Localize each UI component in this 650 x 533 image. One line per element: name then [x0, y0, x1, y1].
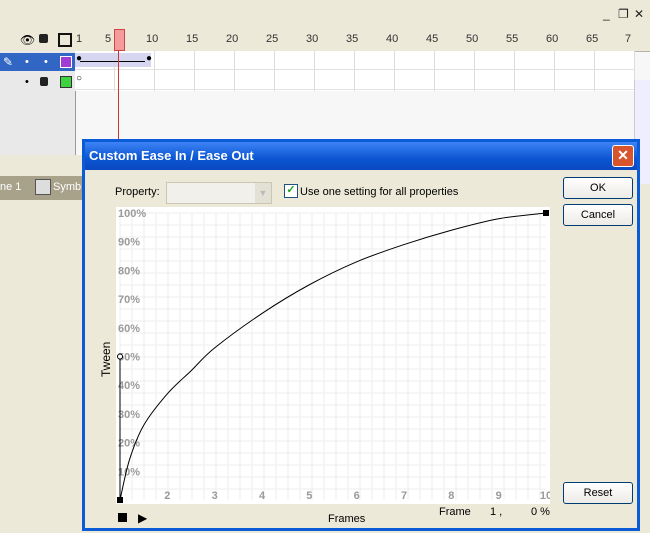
lock-icon[interactable]: [39, 34, 48, 43]
y-tick-label: 70%: [118, 294, 140, 306]
timeline-panel: 👁 1 5 10 15 20 25 30 35 40 45 50 55 60 65 7 ✎ • • • ● …: [0, 29, 650, 184]
frame-row: ○: [75, 71, 635, 90]
x-axis-label: Frames: [328, 513, 366, 525]
play-button[interactable]: ▶: [133, 510, 149, 526]
frame-number: 35: [346, 33, 359, 45]
scene-label[interactable]: ne 1: [0, 181, 21, 193]
stop-icon: [118, 513, 127, 522]
empty-keyframe-icon[interactable]: ○: [76, 73, 82, 84]
dialog-title: Custom Ease In / Ease Out: [89, 148, 254, 163]
lock-dot-icon[interactable]: •: [44, 56, 48, 68]
layer-color-icon[interactable]: [60, 56, 72, 68]
reset-button[interactable]: Reset: [563, 482, 633, 504]
y-tick-label: 100%: [118, 208, 146, 220]
frame-number: 40: [386, 33, 399, 45]
layer-row[interactable]: •: [0, 73, 75, 91]
frame-number: 1: [76, 33, 83, 45]
layer-list: ✎ • • •: [0, 51, 76, 155]
y-tick-label: 10%: [118, 466, 140, 478]
property-select[interactable]: ▼: [166, 182, 272, 204]
y-tick-label: 80%: [118, 265, 140, 277]
eye-icon[interactable]: 👁: [20, 33, 35, 47]
x-tick-label: 3: [212, 490, 218, 502]
layer-color-icon[interactable]: [60, 76, 72, 88]
svg-text:Tween: Tween: [99, 342, 113, 377]
visible-dot-icon[interactable]: •: [25, 76, 29, 88]
use-one-setting-label: Use one setting for all properties: [300, 186, 459, 198]
frame-row: ● ●: [75, 51, 635, 70]
frame-grid[interactable]: ● ● ○: [75, 51, 635, 91]
frame-number: 15: [186, 33, 199, 45]
symbol-label[interactable]: Symb: [53, 181, 81, 193]
frame-number: 50: [466, 33, 479, 45]
chevron-down-icon[interactable]: ▼: [255, 183, 271, 203]
frame-number: 5: [105, 33, 112, 45]
custom-ease-dialog: Custom Ease In / Ease Out ✕ Property: ▼ …: [82, 139, 640, 531]
visible-dot-icon[interactable]: •: [25, 56, 29, 68]
dialog-titlebar[interactable]: Custom Ease In / Ease Out ✕: [85, 142, 637, 170]
y-axis-label: Tween: [99, 342, 113, 377]
frame-readout-label: Frame: [439, 506, 471, 518]
playhead-line: [118, 50, 119, 145]
keyframe-icon[interactable]: ●: [76, 53, 82, 64]
close-icon[interactable]: ✕: [612, 145, 634, 167]
ease-graph[interactable]: 100% 90% 80% 70% 60% 50% 40% 30% 20% 10% 2 3 4 5 6 7 8 9 1…: [116, 207, 552, 504]
frame-number: 10: [146, 33, 159, 45]
stop-button[interactable]: [115, 510, 131, 526]
frame-number: 65: [586, 33, 599, 45]
frame-number: 7: [625, 33, 632, 45]
minimize-icon[interactable]: _: [603, 7, 610, 21]
use-one-setting-checkbox[interactable]: ✓: [284, 184, 298, 198]
close-window-icon[interactable]: ✕: [634, 7, 644, 21]
x-tick-label: 2: [164, 490, 170, 502]
ease-chart[interactable]: 100%90%80%70%60%50%40%30%20%10%2 3 4 5 6 7 8 9 1…: [116, 207, 552, 504]
restore-icon[interactable]: ❐: [618, 7, 629, 21]
outline-icon[interactable]: [58, 33, 72, 47]
ok-button[interactable]: OK: [563, 177, 633, 199]
tween-span[interactable]: [75, 53, 151, 67]
cancel-button[interactable]: Cancel: [563, 204, 633, 226]
frame-number: 60: [546, 33, 559, 45]
frame-readout-value: 1 ,: [490, 506, 503, 518]
property-label: Property:: [115, 186, 160, 198]
y-tick-label: 40%: [118, 380, 140, 392]
x-tick-label: 8: [448, 490, 454, 502]
keyframe-icon[interactable]: ●: [146, 53, 152, 64]
window-top-bar: _ ❐ ✕: [0, 0, 650, 30]
lock-icon[interactable]: [40, 77, 48, 86]
symbol-icon: [35, 179, 51, 195]
scene-bar: ne 1 Symb: [0, 176, 90, 200]
tangent-handle-point: [117, 353, 123, 360]
frame-number: 25: [266, 33, 279, 45]
tween-arrow: [80, 61, 145, 62]
layer-row-selected[interactable]: ✎ • •: [0, 53, 75, 71]
x-tick-label: 4: [259, 490, 266, 502]
percent-readout-value: 0 %: [531, 506, 550, 518]
y-tick-label: 90%: [118, 237, 140, 249]
frame-number: 55: [506, 33, 519, 45]
x-tick-label: 9: [496, 490, 502, 502]
frame-number: 45: [426, 33, 439, 45]
playhead[interactable]: [114, 29, 125, 51]
pencil-icon: ✎: [3, 55, 14, 69]
y-tick-label: 30%: [118, 409, 140, 421]
x-tick-label: 7: [401, 490, 407, 502]
x-tick-label: 6: [354, 490, 360, 502]
y-tick-label: 60%: [118, 323, 140, 335]
end-point: [543, 210, 549, 216]
timeline-header: 👁 1 5 10 15 20 25 30 35 40 45 50 55 60 65 7: [0, 29, 650, 52]
play-icon: ▶: [138, 511, 148, 525]
frame-number: 20: [226, 33, 239, 45]
x-tick-label: 10: [540, 490, 550, 502]
start-point: [117, 497, 123, 503]
frame-number: 30: [306, 33, 319, 45]
x-tick-label: 5: [306, 490, 312, 502]
